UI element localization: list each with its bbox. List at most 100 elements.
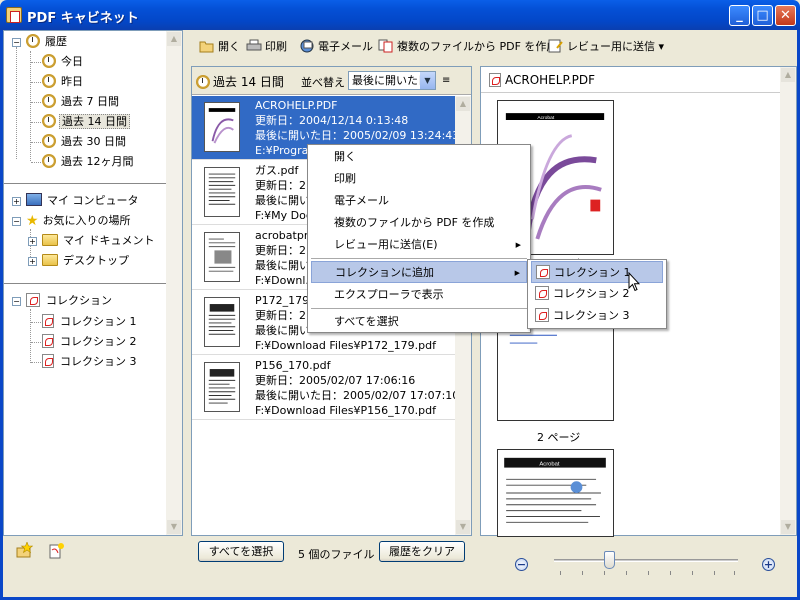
collapse-favorites-toggle[interactable]: −: [12, 217, 21, 226]
slider-tick: [604, 571, 605, 575]
tree-item-desktop[interactable]: デスクトップ: [42, 252, 131, 270]
sort-direction-icon[interactable]: ≡: [442, 75, 450, 86]
tree-item-last-7-days[interactable]: 過去 7 日間: [42, 93, 121, 111]
folder-icon: [42, 234, 58, 246]
collection-icon: [536, 265, 550, 279]
tree-guide: [16, 47, 17, 159]
clock-icon: [42, 134, 56, 148]
title-bar[interactable]: PDF キャビネット _ □ ✕: [0, 0, 800, 30]
maximize-button[interactable]: □: [752, 5, 773, 26]
nav-scrollbar[interactable]: ▲ ▼: [166, 31, 182, 535]
scroll-up-arrow[interactable]: ▲: [781, 68, 795, 82]
tree-item-history[interactable]: 履歴: [26, 33, 69, 51]
tree-guide: [31, 102, 41, 103]
slider-tick: [692, 571, 693, 575]
expand-my-documents-toggle[interactable]: +: [28, 237, 37, 246]
close-button[interactable]: ✕: [775, 5, 796, 26]
tree-guide: [31, 82, 41, 83]
open-button[interactable]: 開く: [199, 39, 240, 57]
scroll-up-arrow[interactable]: ▲: [456, 97, 470, 111]
collapse-collections-toggle[interactable]: −: [12, 297, 21, 306]
menu-item-add-to-collection[interactable]: コレクションに追加 ▶: [311, 261, 527, 283]
file-path: F:¥Download Files¥P172_179.pdf: [255, 339, 436, 352]
collapse-history-toggle[interactable]: −: [12, 38, 21, 47]
tree-item-collection-1[interactable]: コレクション 1: [42, 313, 139, 331]
sort-select[interactable]: 最後に開いた日 ▼: [348, 71, 436, 90]
collection-icon: [535, 286, 549, 300]
tree-item-collection-2[interactable]: コレクション 2: [42, 333, 139, 351]
expand-my-computer-toggle[interactable]: +: [12, 197, 21, 206]
send-review-button[interactable]: レビュー用に送信 ▾: [548, 39, 664, 57]
context-menu: 開く 印刷 電子メール 複数のファイルから PDF を作成 レビュー用に送信(E…: [307, 144, 531, 333]
zoom-slider-track[interactable]: [554, 559, 738, 562]
tree-guide: [31, 122, 41, 123]
tree-item-yesterday[interactable]: 昨日: [42, 73, 85, 91]
page-3-thumbnail[interactable]: Acrobat: [497, 449, 614, 537]
menu-item-open[interactable]: 開く: [311, 146, 527, 168]
menu-item-show-in-explorer[interactable]: エクスプローラで表示: [311, 284, 527, 306]
file-path: F:¥Download Files¥P156_170.pdf: [255, 404, 436, 417]
preview-scrollbar[interactable]: ▲ ▼: [780, 67, 796, 535]
scroll-up-arrow[interactable]: ▲: [167, 32, 181, 46]
file-count: 5 個のファイル: [298, 548, 375, 561]
file-list-header: 過去 14 日間 並べ替え 最後に開いた日 ▼ ≡: [192, 67, 471, 95]
page-2-label: 2 ページ: [537, 431, 581, 444]
svg-text:Acrobat: Acrobat: [537, 115, 555, 121]
menu-separator: [311, 308, 527, 309]
submenu-arrow-icon: ▶: [514, 269, 520, 277]
expand-desktop-toggle[interactable]: +: [28, 257, 37, 266]
tree-guide: [30, 51, 31, 161]
collection-submenu: コレクション 1 コレクション 2 コレクション 3: [527, 259, 667, 329]
tree-guide: [31, 342, 41, 343]
file-list-title: 過去 14 日間: [196, 73, 284, 90]
window-title: PDF キャビネット: [27, 11, 139, 26]
file-modified: 更新日：2004/12/14 0:13:48: [255, 114, 409, 127]
tree-item-collection-3[interactable]: コレクション 3: [42, 353, 139, 371]
chevron-down-icon[interactable]: ▾: [659, 40, 665, 53]
tree-item-collections[interactable]: コレクション: [26, 292, 114, 310]
scroll-down-arrow[interactable]: ▼: [781, 520, 795, 534]
app-icon: [6, 7, 22, 23]
zoom-out-icon[interactable]: −: [515, 558, 528, 571]
clock-icon: [42, 94, 56, 108]
print-button[interactable]: 印刷: [246, 39, 287, 57]
computer-icon: [26, 193, 42, 206]
tree-item-today[interactable]: 今日: [42, 53, 85, 71]
chevron-down-icon[interactable]: ▼: [420, 72, 435, 89]
submenu-item-collection-2[interactable]: コレクション 2: [531, 283, 663, 305]
pdf-thumbnail-icon: [204, 297, 240, 347]
new-collection-icon[interactable]: [47, 542, 65, 560]
menu-separator: [311, 258, 527, 259]
menu-item-combine-pdf[interactable]: 複数のファイルから PDF を作成: [311, 212, 527, 234]
clear-history-button[interactable]: 履歴をクリア: [379, 541, 465, 562]
scroll-down-arrow[interactable]: ▼: [456, 520, 470, 534]
file-name: ACROHELP.PDF: [255, 99, 338, 112]
file-row[interactable]: P156_170.pdf 更新日：2005/02/07 17:06:16 最後に…: [192, 356, 456, 420]
add-favorite-icon[interactable]: [15, 542, 33, 560]
menu-item-select-all[interactable]: すべてを選択: [311, 311, 527, 333]
left-splitter[interactable]: [183, 30, 191, 597]
tree-item-last-12-months[interactable]: 過去 12ヶ月間: [42, 153, 136, 171]
menu-item-send-review[interactable]: レビュー用に送信(E) ▶: [311, 234, 527, 256]
tree-item-my-computer[interactable]: マイ コンピュータ: [26, 192, 141, 210]
tree-item-last-14-days[interactable]: 過去 14 日間: [42, 113, 130, 131]
scroll-down-arrow[interactable]: ▼: [167, 520, 181, 534]
select-all-button[interactable]: すべてを選択: [198, 541, 284, 562]
menu-item-email[interactable]: 電子メール: [311, 190, 527, 212]
zoom-in-icon[interactable]: +: [762, 558, 775, 571]
submenu-item-collection-1[interactable]: コレクション 1: [531, 261, 663, 283]
zoom-bar: − +: [480, 537, 797, 597]
tree-item-last-30-days[interactable]: 過去 30 日間: [42, 133, 128, 151]
tree-item-my-documents[interactable]: マイ ドキュメント: [42, 232, 157, 250]
file-modified: 更新日：2005/02/07 17:06:16: [255, 374, 416, 387]
email-button[interactable]: 電子メール: [299, 39, 373, 57]
tree-item-favorites[interactable]: ★ お気に入りの場所: [26, 212, 133, 230]
menu-item-print[interactable]: 印刷: [311, 168, 527, 190]
sort-label: 並べ替え: [301, 76, 345, 89]
combine-pdf-button[interactable]: 複数のファイルから PDF を作成: [378, 39, 557, 57]
clock-icon: [196, 75, 210, 89]
minimize-button[interactable]: _: [729, 5, 750, 26]
zoom-slider-thumb[interactable]: [604, 551, 616, 569]
tree-guide: [31, 322, 41, 323]
submenu-item-collection-3[interactable]: コレクション 3: [531, 305, 663, 327]
